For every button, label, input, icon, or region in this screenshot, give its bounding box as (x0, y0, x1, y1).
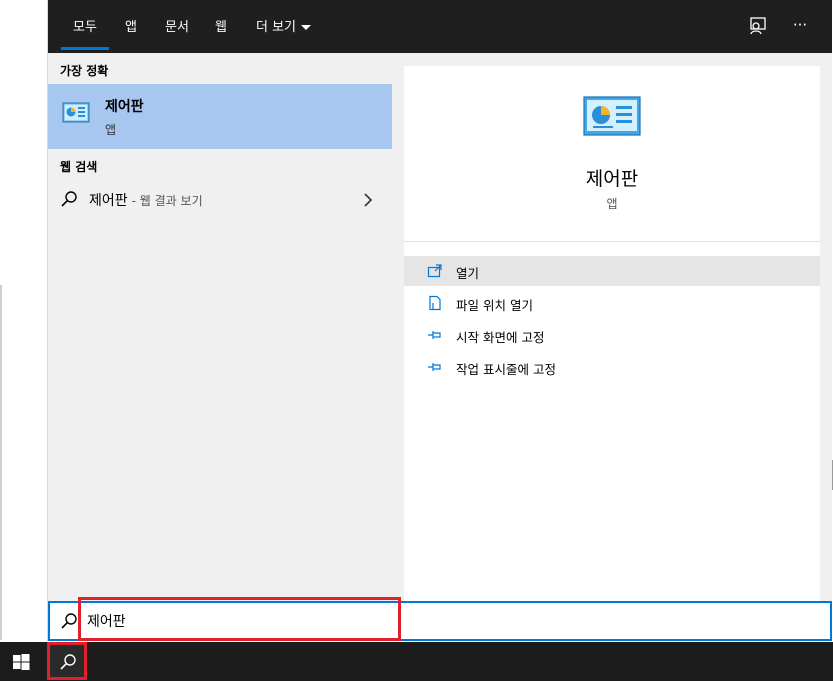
taskbar-search-button[interactable] (50, 645, 84, 679)
windows-start-icon[interactable] (10, 651, 32, 673)
action-pin-to-taskbar[interactable]: 작업 표시줄에 고정 (404, 352, 820, 382)
detail-subtitle: 앱 (606, 197, 618, 211)
search-icon (60, 654, 76, 670)
tab-more[interactable]: 더 보기 (256, 16, 312, 35)
search-icon (60, 612, 78, 630)
control-panel-large-icon (583, 96, 641, 138)
action-open-file-location-label: 파일 위치 열기 (456, 298, 533, 313)
open-icon (427, 263, 443, 279)
caret-down-icon (301, 25, 312, 30)
file-location-icon (427, 295, 443, 311)
tab-more-label: 더 보기 (256, 20, 297, 35)
control-panel-icon (62, 101, 90, 125)
taskbar (0, 642, 833, 681)
action-open-file-location[interactable]: 파일 위치 열기 (404, 288, 820, 318)
detail-divider (404, 241, 820, 242)
best-match-heading: 가장 정확 (60, 64, 109, 78)
best-match-type: 앱 (105, 123, 117, 137)
best-match-item[interactable]: 제어판 앱 (48, 84, 392, 149)
best-match-name: 제어판 (105, 99, 144, 115)
tab-web[interactable]: 웹 (215, 16, 227, 35)
filter-tabs-bar: 모두 앱 문서 웹 더 보기 ··· (48, 0, 832, 53)
web-search-term: 제어판 (89, 193, 128, 209)
web-search-result[interactable]: 제어판 - 웹 결과 보기 (48, 183, 392, 215)
pin-icon (427, 359, 443, 375)
tab-all[interactable]: 모두 (61, 16, 109, 50)
detail-pane: 제어판 앱 열기 파일 위치 열기 시작 화면에 고정 작업 표시줄에 고정 (404, 66, 820, 601)
action-pin-to-taskbar-label: 작업 표시줄에 고정 (456, 362, 556, 377)
feedback-icon[interactable] (746, 14, 770, 38)
tab-documents[interactable]: 문서 (165, 16, 189, 35)
start-search-panel: 모두 앱 문서 웹 더 보기 ··· 가장 정확 제어판 앱 웹 검색 제어판 -… (48, 0, 832, 601)
action-pin-to-start-label: 시작 화면에 고정 (456, 330, 545, 345)
more-options-button[interactable]: ··· (788, 14, 812, 38)
action-open[interactable]: 열기 (404, 256, 820, 286)
action-open-label: 열기 (456, 266, 480, 281)
desktop-background-left (0, 0, 48, 642)
pin-icon (427, 327, 443, 343)
detail-title: 제어판 (585, 168, 639, 190)
tab-apps[interactable]: 앱 (125, 16, 137, 35)
web-search-heading: 웹 검색 (60, 160, 98, 174)
search-input[interactable] (87, 608, 387, 634)
action-pin-to-start[interactable]: 시작 화면에 고정 (404, 320, 820, 350)
search-icon (60, 190, 78, 208)
web-search-hint: - 웹 결과 보기 (131, 194, 203, 208)
search-box (48, 601, 832, 641)
chevron-right-icon[interactable] (362, 192, 374, 207)
